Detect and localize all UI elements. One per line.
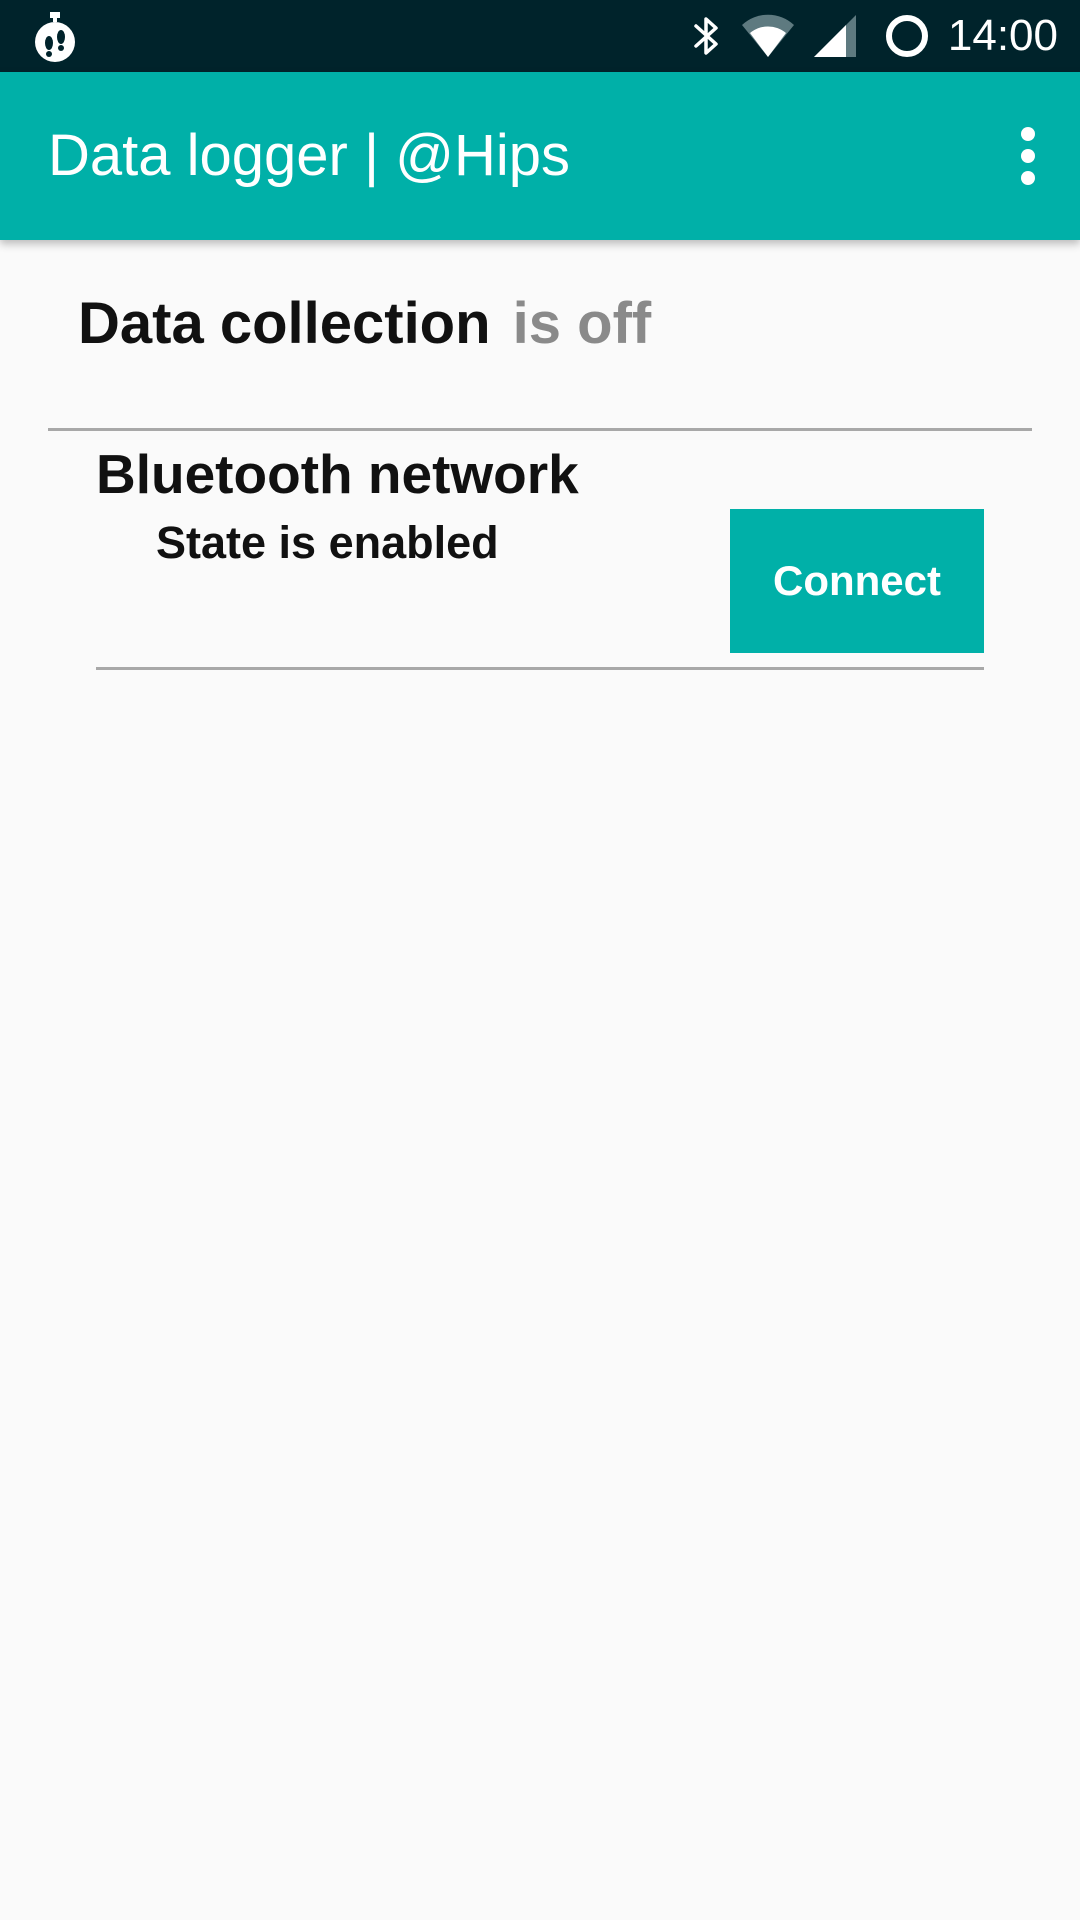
section-divider (48, 428, 1032, 431)
status-time: 14:00 (947, 11, 1058, 60)
bluetooth-state-text: State is enabled (156, 517, 499, 568)
overflow-menu-icon[interactable] (996, 118, 1060, 194)
data-collection-state: is off (512, 291, 652, 356)
overflow-menu-dot (1021, 171, 1035, 185)
data-collection-label: Data collection (78, 291, 491, 356)
overflow-menu-dot (1021, 149, 1035, 163)
status-bar: 14:00 (0, 0, 1080, 72)
sync-ring-icon (885, 15, 928, 57)
overflow-menu-dot (1021, 127, 1035, 141)
bluetooth-network-title: Bluetooth network (96, 443, 579, 505)
bluetooth-icon (694, 17, 718, 55)
status-icons: 14:00 (690, 0, 1058, 72)
wifi-icon (741, 14, 794, 57)
data-collection-status: Data collection is off (78, 290, 651, 357)
connect-button[interactable]: Connect (730, 509, 984, 653)
app-title: Data logger | @Hips (48, 123, 571, 188)
bluetooth-section-divider (96, 667, 984, 670)
stopwatch-footsteps-icon (35, 12, 75, 62)
app-bar: Data logger | @Hips (0, 72, 1080, 240)
cell-signal-icon (813, 15, 856, 57)
